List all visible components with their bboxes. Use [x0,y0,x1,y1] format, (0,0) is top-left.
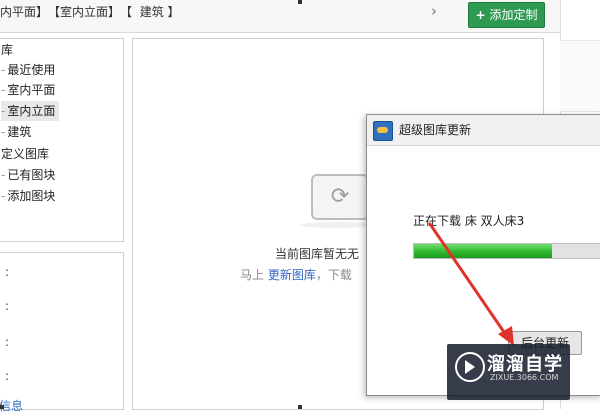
tree-item-label: 室内平面 [7,83,56,97]
update-library-link[interactable]: 更新图库 [268,268,316,282]
tree-branch: - [1,189,6,203]
tree-branch: - [1,125,6,139]
tree-item-recent[interactable]: - 最近使用 [1,60,55,80]
library-tree: 库 - 最近使用 - 室内平面 - 室内立面 - 建筑 定义图库 - 已有图块 - 添加图块 [0,38,124,242]
breadcrumb-item[interactable]: 内平面】 [0,2,48,22]
download-status: 正在下载 床 双人床3 [413,214,525,228]
app-icon [373,121,393,141]
chevron-right-icon[interactable]: › [428,1,440,21]
block-info-panel: : : : : 信息 [0,252,124,413]
add-custom-label: 添加定制 [489,8,538,22]
empty-state-hint: 马上 更新图库，下载 [240,266,352,283]
breadcrumb-item[interactable]: 【室内立面】 [48,2,120,22]
right-edge-shadow [560,40,600,112]
empty-icon-shadow [300,222,376,228]
tree-item-label: 建筑 [7,125,32,139]
tree-branch: - [1,168,6,182]
tree-item-label: 定义图库 [1,147,50,161]
tree-item-add-block[interactable]: - 添加图块 [1,186,55,206]
tree-item-label: 最近使用 [7,63,56,77]
frame-tick [298,405,302,409]
tree-item-custom-library[interactable]: 定义图库 [1,144,49,164]
breadcrumb-item: 【 [120,5,133,19]
tree-item-label: 添加图块 [7,189,56,203]
breadcrumb-item: 】 [167,5,180,19]
tree-item-building[interactable]: - 建筑 [1,122,31,142]
empty-state-prefix: 马上 [240,268,268,282]
tree-item-label: 已有图块 [7,168,56,182]
refresh-icon: ⟳ [311,174,369,220]
dialog-title: 超级图库更新 [399,123,472,137]
info-field: : [5,369,10,383]
breadcrumb-item[interactable]: 建筑 [140,2,164,22]
watermark-url: ZIXUE.3066.COM [490,373,559,382]
tree-item-existing-blocks[interactable]: - 已有图块 [1,165,55,185]
info-field: : [5,335,10,349]
tree-branch: - [1,63,6,77]
play-logo-icon [455,352,485,382]
progress-fill [414,244,553,258]
plus-icon: + [475,8,486,22]
frame-tick [0,405,4,409]
frame-tick [298,0,302,4]
info-field: : [5,265,10,279]
download-progress [413,243,600,259]
tree-branch: - [1,104,6,118]
tree-item-label: 库 [1,43,14,57]
tree-branch: - [1,83,6,97]
breadcrumb: 内平面】【室内立面】【 建筑 】 [0,2,180,22]
tree-item-interior-elevation[interactable]: - 室内立面 [1,101,60,121]
tree-item-library[interactable]: 库 [1,40,13,60]
add-custom-button[interactable]: + 添加定制 [468,2,545,28]
tree-item-label: 室内立面 [7,104,56,118]
empty-state-suffix: ，下载 [315,268,352,282]
empty-state-title: 当前图库暂无无 [275,247,360,261]
tree-item-interior-plan[interactable]: - 室内平面 [1,80,55,100]
info-field: : [5,299,10,313]
